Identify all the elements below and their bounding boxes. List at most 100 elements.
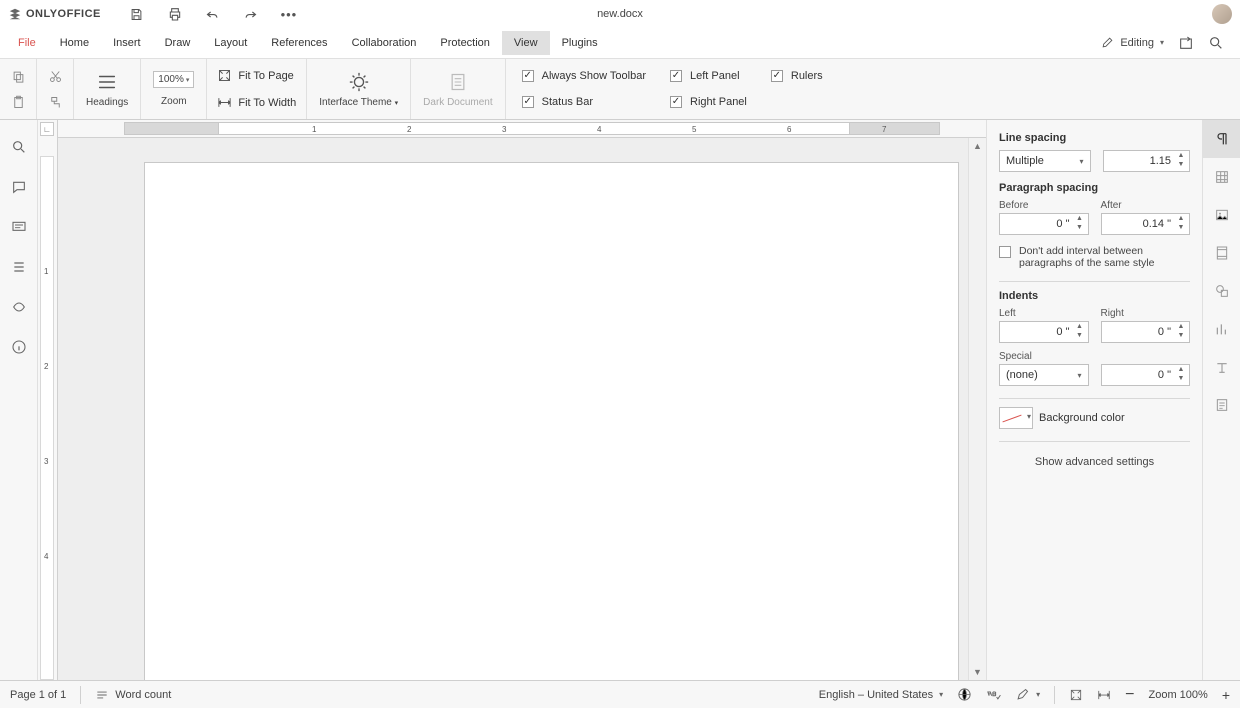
table-settings-icon[interactable] bbox=[1203, 158, 1240, 196]
shape-settings-icon[interactable] bbox=[1203, 272, 1240, 310]
spacing-before-input[interactable]: 0 "▲▼ bbox=[999, 213, 1089, 235]
page-indicator[interactable]: Page 1 of 1 bbox=[10, 689, 66, 701]
set-language-icon[interactable] bbox=[957, 687, 972, 702]
about-icon[interactable] bbox=[10, 338, 28, 356]
ruler-corner[interactable]: ∟ bbox=[40, 122, 54, 136]
undo-icon[interactable] bbox=[205, 6, 221, 22]
tab-references[interactable]: References bbox=[259, 31, 339, 55]
theme-icon bbox=[348, 71, 370, 93]
toggle-always-toolbar[interactable]: Always Show Toolbar bbox=[522, 70, 646, 82]
spacing-after-input[interactable]: 0.14 "▲▼ bbox=[1101, 213, 1191, 235]
navigation-button[interactable]: Headings bbox=[74, 59, 141, 119]
indent-right-input[interactable]: 0 "▲▼ bbox=[1101, 321, 1191, 343]
save-icon[interactable] bbox=[129, 6, 145, 22]
tab-layout[interactable]: Layout bbox=[202, 31, 259, 55]
line-spacing-title: Line spacing bbox=[999, 132, 1190, 144]
zoom-in-button[interactable]: + bbox=[1222, 687, 1230, 703]
spin-down-icon[interactable]: ▼ bbox=[1175, 161, 1187, 170]
fit-width-icon bbox=[217, 95, 232, 110]
before-label: Before bbox=[999, 200, 1089, 211]
cut-icon[interactable] bbox=[47, 68, 63, 84]
chart-settings-icon[interactable] bbox=[1203, 310, 1240, 348]
zoom-level[interactable]: Zoom 100% bbox=[1149, 689, 1208, 701]
toggle-left-panel[interactable]: Left Panel bbox=[670, 70, 747, 82]
line-spacing-mode-select[interactable]: Multiple▾ bbox=[999, 150, 1091, 172]
zoom-label: Zoom bbox=[161, 96, 187, 107]
more-icon[interactable]: ••• bbox=[281, 6, 297, 22]
pencil-icon bbox=[1101, 36, 1114, 49]
word-count-icon bbox=[95, 688, 109, 702]
tab-protection[interactable]: Protection bbox=[428, 31, 502, 55]
zoom-out-button[interactable]: − bbox=[1125, 686, 1134, 704]
word-count-button[interactable]: Word count bbox=[95, 688, 171, 702]
app-logo: ONLYOFFICE bbox=[8, 7, 101, 21]
paragraph-settings-icon[interactable] bbox=[1203, 120, 1240, 158]
fit-width-status-icon[interactable] bbox=[1097, 688, 1111, 702]
toggle-status-bar[interactable]: Status Bar bbox=[522, 96, 646, 108]
horizontal-ruler[interactable]: 1 2 3 4 5 6 7 bbox=[58, 120, 986, 138]
print-icon[interactable] bbox=[167, 6, 183, 22]
indent-left-input[interactable]: 0 "▲▼ bbox=[999, 321, 1089, 343]
tab-draw[interactable]: Draw bbox=[153, 31, 203, 55]
scroll-down-icon[interactable]: ▼ bbox=[969, 664, 986, 680]
background-color-picker[interactable] bbox=[999, 407, 1033, 429]
special-indent-value-input[interactable]: 0 "▲▼ bbox=[1101, 364, 1191, 386]
title-bar: ONLYOFFICE ••• new.docx bbox=[0, 0, 1240, 28]
interface-theme-button[interactable]: Interface Theme ▾ bbox=[307, 59, 411, 119]
feedback-icon[interactable] bbox=[10, 298, 28, 316]
menu-bar: File Home Insert Draw Layout References … bbox=[0, 28, 1240, 58]
comments-icon[interactable] bbox=[10, 178, 28, 196]
status-bar: Page 1 of 1 Word count English – United … bbox=[0, 680, 1240, 708]
tab-home[interactable]: Home bbox=[48, 31, 101, 55]
page-canvas[interactable] bbox=[78, 138, 968, 680]
indents-title: Indents bbox=[999, 290, 1190, 302]
copy-icon[interactable] bbox=[10, 68, 26, 84]
spellcheck-icon[interactable] bbox=[986, 687, 1001, 702]
special-indent-select[interactable]: (none)▾ bbox=[999, 364, 1089, 386]
fit-to-width-button[interactable]: Fit To Width bbox=[217, 95, 296, 110]
fit-group: Fit To Page Fit To Width bbox=[207, 59, 307, 119]
track-changes-icon[interactable]: ▾ bbox=[1015, 687, 1040, 702]
dark-doc-icon bbox=[447, 71, 469, 93]
user-avatar[interactable] bbox=[1212, 4, 1232, 24]
headings-nav-icon[interactable] bbox=[10, 258, 28, 276]
search-icon[interactable] bbox=[1208, 35, 1224, 51]
zoom-value-select[interactable]: 100%▾ bbox=[153, 71, 194, 88]
find-icon[interactable] bbox=[10, 138, 28, 156]
tab-plugins[interactable]: Plugins bbox=[550, 31, 610, 55]
view-toggles: Always Show Toolbar Left Panel Rulers St… bbox=[506, 59, 839, 119]
toggle-rulers[interactable]: Rulers bbox=[771, 70, 823, 82]
background-color-label: Background color bbox=[1039, 412, 1125, 424]
vertical-ruler[interactable]: ∟ 1 2 3 4 bbox=[38, 120, 58, 680]
tab-file[interactable]: File bbox=[6, 31, 48, 55]
workspace: ∟ 1 2 3 4 1 2 3 4 bbox=[0, 120, 1240, 680]
tab-collaboration[interactable]: Collaboration bbox=[340, 31, 429, 55]
format-painter-icon[interactable] bbox=[47, 94, 63, 110]
textart-settings-icon[interactable] bbox=[1203, 348, 1240, 386]
editing-mode-button[interactable]: Editing ▾ bbox=[1101, 36, 1164, 49]
fit-page-icon bbox=[217, 68, 232, 83]
advanced-settings-link[interactable]: Show advanced settings bbox=[999, 456, 1190, 468]
headings-icon bbox=[96, 71, 118, 93]
tab-insert[interactable]: Insert bbox=[101, 31, 153, 55]
scroll-up-icon[interactable]: ▲ bbox=[969, 138, 986, 154]
tab-view[interactable]: View bbox=[502, 31, 550, 55]
paste-icon[interactable] bbox=[10, 94, 26, 110]
cut-group bbox=[37, 59, 74, 119]
vertical-scrollbar[interactable]: ▲ ▼ bbox=[968, 138, 986, 680]
header-footer-icon[interactable] bbox=[1203, 234, 1240, 272]
dont-add-interval-checkbox[interactable]: Don't add interval between paragraphs of… bbox=[999, 245, 1190, 269]
redo-icon[interactable] bbox=[243, 6, 259, 22]
open-location-icon[interactable] bbox=[1178, 35, 1194, 51]
quick-access-toolbar: ••• bbox=[129, 6, 297, 22]
language-select[interactable]: English – United States▾ bbox=[819, 689, 943, 701]
toggle-right-panel[interactable]: Right Panel bbox=[670, 96, 747, 108]
fit-page-status-icon[interactable] bbox=[1069, 688, 1083, 702]
document-page[interactable] bbox=[144, 162, 959, 680]
fit-to-page-button[interactable]: Fit To Page bbox=[217, 68, 296, 83]
chat-icon[interactable] bbox=[10, 218, 28, 236]
image-settings-icon[interactable] bbox=[1203, 196, 1240, 234]
spin-up-icon[interactable]: ▲ bbox=[1175, 152, 1187, 161]
form-settings-icon[interactable] bbox=[1203, 386, 1240, 424]
line-spacing-value-input[interactable]: 1.15▲▼ bbox=[1103, 150, 1191, 172]
